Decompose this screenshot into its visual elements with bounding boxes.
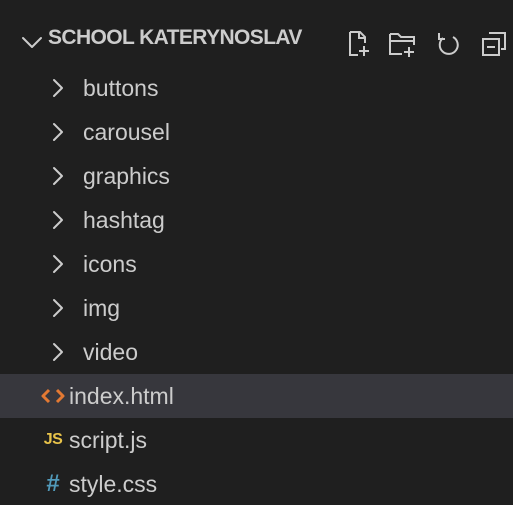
explorer-panel: SCHOOL KATERYNOSLAV buttons carousel gra… [0, 0, 513, 505]
css-file-icon: # [36, 462, 70, 505]
chevron-right-icon [41, 330, 75, 374]
new-folder-icon[interactable] [382, 22, 422, 66]
file-label: index.html [69, 383, 174, 409]
file-label: style.css [69, 471, 158, 497]
folder-row-carousel[interactable]: carousel [0, 110, 513, 154]
chevron-right-icon [41, 154, 75, 198]
chevron-right-icon [41, 66, 75, 110]
js-badge: JS [43, 431, 63, 448]
folder-row-hashtag[interactable]: hashtag [0, 198, 513, 242]
html-file-icon [36, 374, 70, 418]
workspace-title[interactable]: SCHOOL KATERYNOSLAV [48, 26, 302, 50]
chevron-right-icon [41, 242, 75, 286]
chevron-right-icon [41, 198, 75, 242]
folder-row-video[interactable]: video [0, 330, 513, 374]
folder-row-graphics[interactable]: graphics [0, 154, 513, 198]
chevron-right-icon [41, 110, 75, 154]
js-file-icon: JS [36, 418, 70, 462]
folder-label: video [83, 339, 138, 365]
collapse-all-icon[interactable] [474, 22, 513, 66]
folder-label: icons [83, 251, 137, 277]
new-file-icon[interactable] [338, 22, 378, 66]
file-row-script-js[interactable]: JS script.js [0, 418, 513, 462]
folder-row-icons[interactable]: icons [0, 242, 513, 286]
folder-row-img[interactable]: img [0, 286, 513, 330]
folder-label: graphics [83, 163, 170, 189]
chevron-right-icon [41, 286, 75, 330]
file-row-style-css[interactable]: # style.css [0, 462, 513, 505]
file-row-index-html[interactable]: index.html [0, 374, 513, 418]
folder-label: buttons [83, 75, 159, 101]
explorer-actions [338, 22, 513, 66]
folder-row-buttons[interactable]: buttons [0, 66, 513, 110]
file-label: script.js [69, 427, 147, 453]
folder-label: carousel [83, 119, 170, 145]
hash-badge: # [46, 470, 60, 497]
refresh-icon[interactable] [428, 22, 468, 66]
folder-label: hashtag [83, 207, 165, 233]
chevron-down-icon[interactable] [20, 31, 44, 55]
folder-label: img [83, 295, 121, 321]
